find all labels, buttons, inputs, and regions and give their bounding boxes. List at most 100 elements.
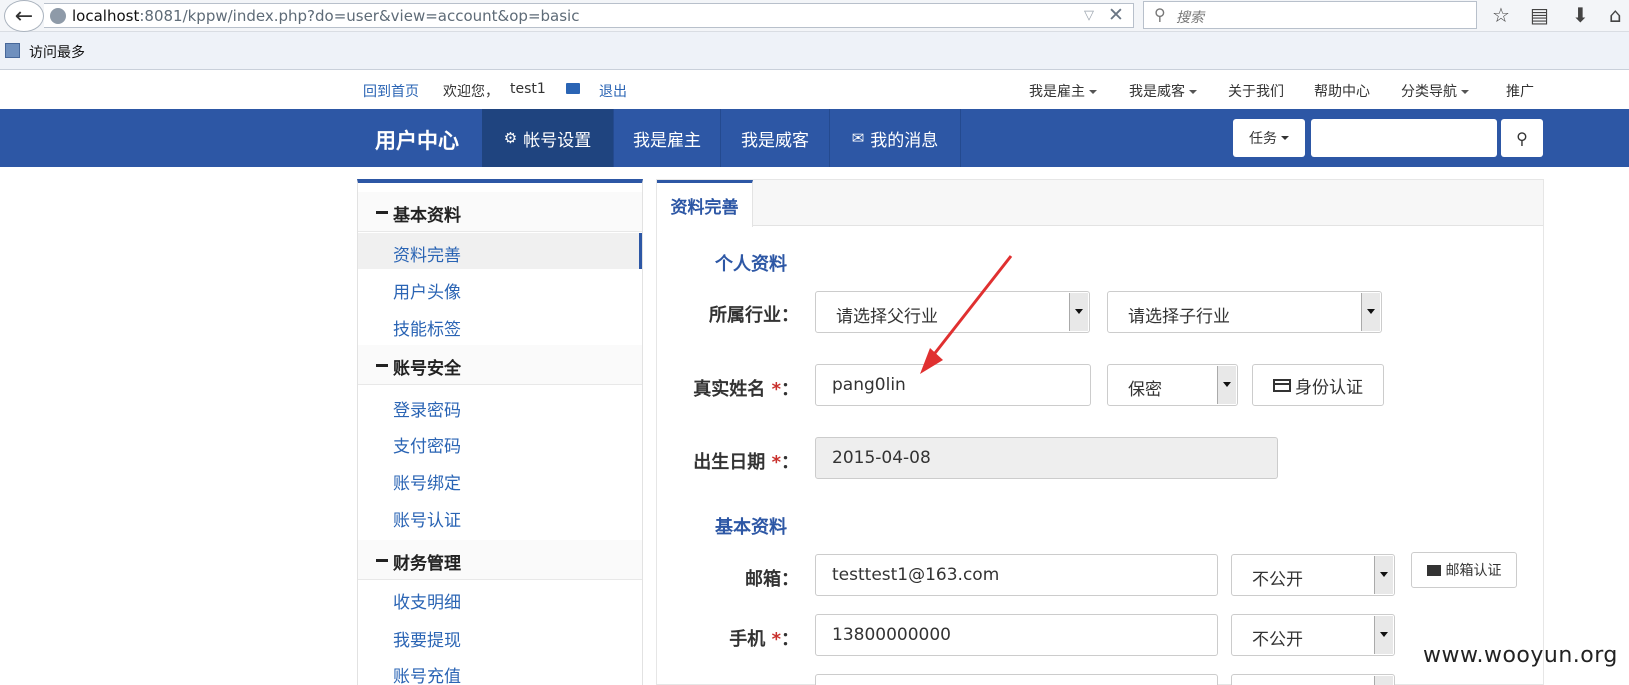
username-text: test1 <box>510 81 546 97</box>
bookmark-star-icon[interactable]: ☆ <box>1492 3 1510 27</box>
phone-input[interactable]: 13800000000 <box>815 614 1218 656</box>
chevron-down-icon <box>1281 136 1289 140</box>
next-field-input[interactable] <box>815 674 1218 685</box>
birthdate-label: 出生日期 *： <box>693 452 799 473</box>
email-verify-button[interactable]: 邮箱认证 <box>1411 552 1517 588</box>
search-icon: ⚲ <box>1154 5 1166 24</box>
bookmark-folder-icon <box>5 43 20 58</box>
tab-employer[interactable]: 我是雇主 <box>614 109 721 167</box>
input-value: 13800000000 <box>832 625 951 645</box>
sidebar-item-label: 技能标签 <box>393 320 461 340</box>
sidebar-item-pay-password[interactable]: 支付密码 <box>358 424 642 460</box>
welcome-text: 欢迎您， <box>443 84 499 100</box>
sidebar-section-basic[interactable]: 基本资料 <box>358 192 642 232</box>
id-verify-button[interactable]: 身份认证 <box>1252 364 1384 406</box>
logout-link[interactable]: 退出 <box>599 81 627 101</box>
search-placeholder: 搜索 <box>1176 10 1204 26</box>
child-industry-select[interactable]: 请选择子行业 <box>1107 291 1382 333</box>
tab-profile-complete[interactable]: 资料完善 <box>657 180 753 227</box>
sidebar-section-title: 账号安全 <box>393 359 461 379</box>
envelope-icon[interactable] <box>566 83 580 94</box>
search-icon: ⚲ <box>1516 128 1528 148</box>
sidebar-item-avatar[interactable]: 用户头像 <box>358 270 642 306</box>
top-link-promote[interactable]: 推广 <box>1506 81 1534 101</box>
realname-label: 真实姓名 *： <box>693 379 799 400</box>
sidebar-section-title: 基本资料 <box>393 206 461 226</box>
sidebar-item-recharge[interactable]: 账号充值 <box>358 654 642 685</box>
top-menu-employer[interactable]: 我是雇主 <box>1029 81 1097 101</box>
home-link[interactable]: 回到首页 <box>363 81 419 101</box>
sidebar-item-profile[interactable]: 资料完善 <box>358 233 642 269</box>
nav-search-input[interactable] <box>1311 119 1497 157</box>
clipboard-icon[interactable]: ▤ <box>1530 3 1549 27</box>
sidebar-item-label: 用户头像 <box>393 283 461 303</box>
back-arrow-icon[interactable]: ← <box>4 0 44 32</box>
sidebar-item-label: 收支明细 <box>393 593 461 613</box>
chevron-down-icon <box>1461 90 1469 94</box>
home-icon[interactable]: ⌂ <box>1609 3 1622 27</box>
top-links-bar: 回到首页 欢迎您， test1 退出 我是雇主 我是威客 关于我们 帮助中心 分… <box>0 70 1629 109</box>
tab-witkey[interactable]: 我是威客 <box>721 109 830 167</box>
parent-industry-select[interactable]: 请选择父行业 <box>815 291 1090 333</box>
main-nav: 用户中心 ⚙ 帐号设置 我是雇主 我是威客 ✉ 我的消息 任务 ⚲ <box>0 109 1629 167</box>
sidebar-item-account-binding[interactable]: 账号绑定 <box>358 461 642 497</box>
email-input[interactable]: testtest1@163.com <box>815 554 1218 596</box>
chevron-down-icon <box>1189 90 1197 94</box>
select-value: 请选择子行业 <box>1128 307 1230 327</box>
close-icon[interactable]: ✕ <box>1108 4 1124 26</box>
browser-toolbar: ← localhost:8081/kppw/index.php?do=user&… <box>0 0 1629 32</box>
chevron-down-icon <box>1069 293 1088 331</box>
id-card-icon <box>1273 378 1291 392</box>
url-history-dropdown-icon[interactable]: ▽ <box>1084 8 1094 23</box>
envelope-icon: ✉ <box>851 129 865 147</box>
bookmark-most-visited[interactable]: 访问最多 <box>29 42 85 62</box>
top-link-help[interactable]: 帮助中心 <box>1314 81 1370 101</box>
download-icon[interactable]: ⬇ <box>1572 3 1589 27</box>
gears-icon: ⚙ <box>503 129 518 147</box>
task-type-dropdown[interactable]: 任务 <box>1233 119 1305 157</box>
browser-search-input[interactable]: ⚲ 搜索 <box>1143 1 1477 29</box>
input-value: testtest1@163.com <box>832 565 1000 585</box>
sidebar-item-label: 账号绑定 <box>393 474 461 494</box>
next-privacy-select[interactable] <box>1231 674 1395 685</box>
minus-icon <box>376 364 388 367</box>
basic-info-title: 基本资料 <box>715 517 787 538</box>
globe-icon <box>50 8 66 24</box>
chevron-down-icon <box>1374 616 1393 654</box>
profile-panel: 资料完善 个人资料 所属行业： 请选择父行业 请选择子行业 真实姓名 *： pa… <box>656 179 1544 685</box>
top-menu-witkey[interactable]: 我是威客 <box>1129 81 1197 101</box>
sidebar-item-account-verify[interactable]: 账号认证 <box>358 498 642 534</box>
url-text: localhost:8081/kppw/index.php?do=user&vi… <box>72 7 580 25</box>
phone-privacy-select[interactable]: 不公开 <box>1231 614 1395 656</box>
top-link-about[interactable]: 关于我们 <box>1228 81 1284 101</box>
select-value: 不公开 <box>1252 630 1303 650</box>
search-button[interactable]: ⚲ <box>1501 119 1543 157</box>
panel-tabs: 资料完善 <box>657 180 1543 227</box>
select-value: 请选择父行业 <box>836 307 938 327</box>
phone-label: 手机 *： <box>729 629 799 650</box>
realname-privacy-select[interactable]: 保密 <box>1107 364 1238 406</box>
address-bar[interactable]: localhost:8081/kppw/index.php?do=user&vi… <box>44 3 1134 28</box>
email-privacy-select[interactable]: 不公开 <box>1231 554 1395 596</box>
top-menu-categories[interactable]: 分类导航 <box>1401 81 1469 101</box>
tab-messages[interactable]: ✉ 我的消息 <box>830 109 961 167</box>
chevron-down-icon <box>1361 293 1380 331</box>
sidebar-item-login-password[interactable]: 登录密码 <box>358 388 642 424</box>
tab-account-settings[interactable]: ⚙ 帐号设置 <box>482 109 614 167</box>
sidebar-section-finance[interactable]: 财务管理 <box>358 540 642 580</box>
sidebar-item-label: 账号充值 <box>393 667 461 685</box>
brand-title[interactable]: 用户中心 <box>375 125 459 155</box>
birthdate-input[interactable]: 2015-04-08 <box>815 437 1278 479</box>
sidebar-item-label: 登录密码 <box>393 401 461 421</box>
chevron-down-icon <box>1374 556 1393 594</box>
sidebar-item-transactions[interactable]: 收支明细 <box>358 580 642 616</box>
sidebar-item-skills[interactable]: 技能标签 <box>358 307 642 343</box>
select-value: 不公开 <box>1252 570 1303 590</box>
realname-input[interactable]: pang0lin <box>815 364 1091 406</box>
sidebar-section-security[interactable]: 账号安全 <box>358 345 642 385</box>
input-value: pang0lin <box>832 375 906 395</box>
sidebar-item-withdraw[interactable]: 我要提现 <box>358 618 642 654</box>
minus-icon <box>376 559 388 562</box>
bookmarks-bar: 访问最多 <box>0 32 1629 70</box>
sidebar-section-title: 财务管理 <box>393 554 461 574</box>
